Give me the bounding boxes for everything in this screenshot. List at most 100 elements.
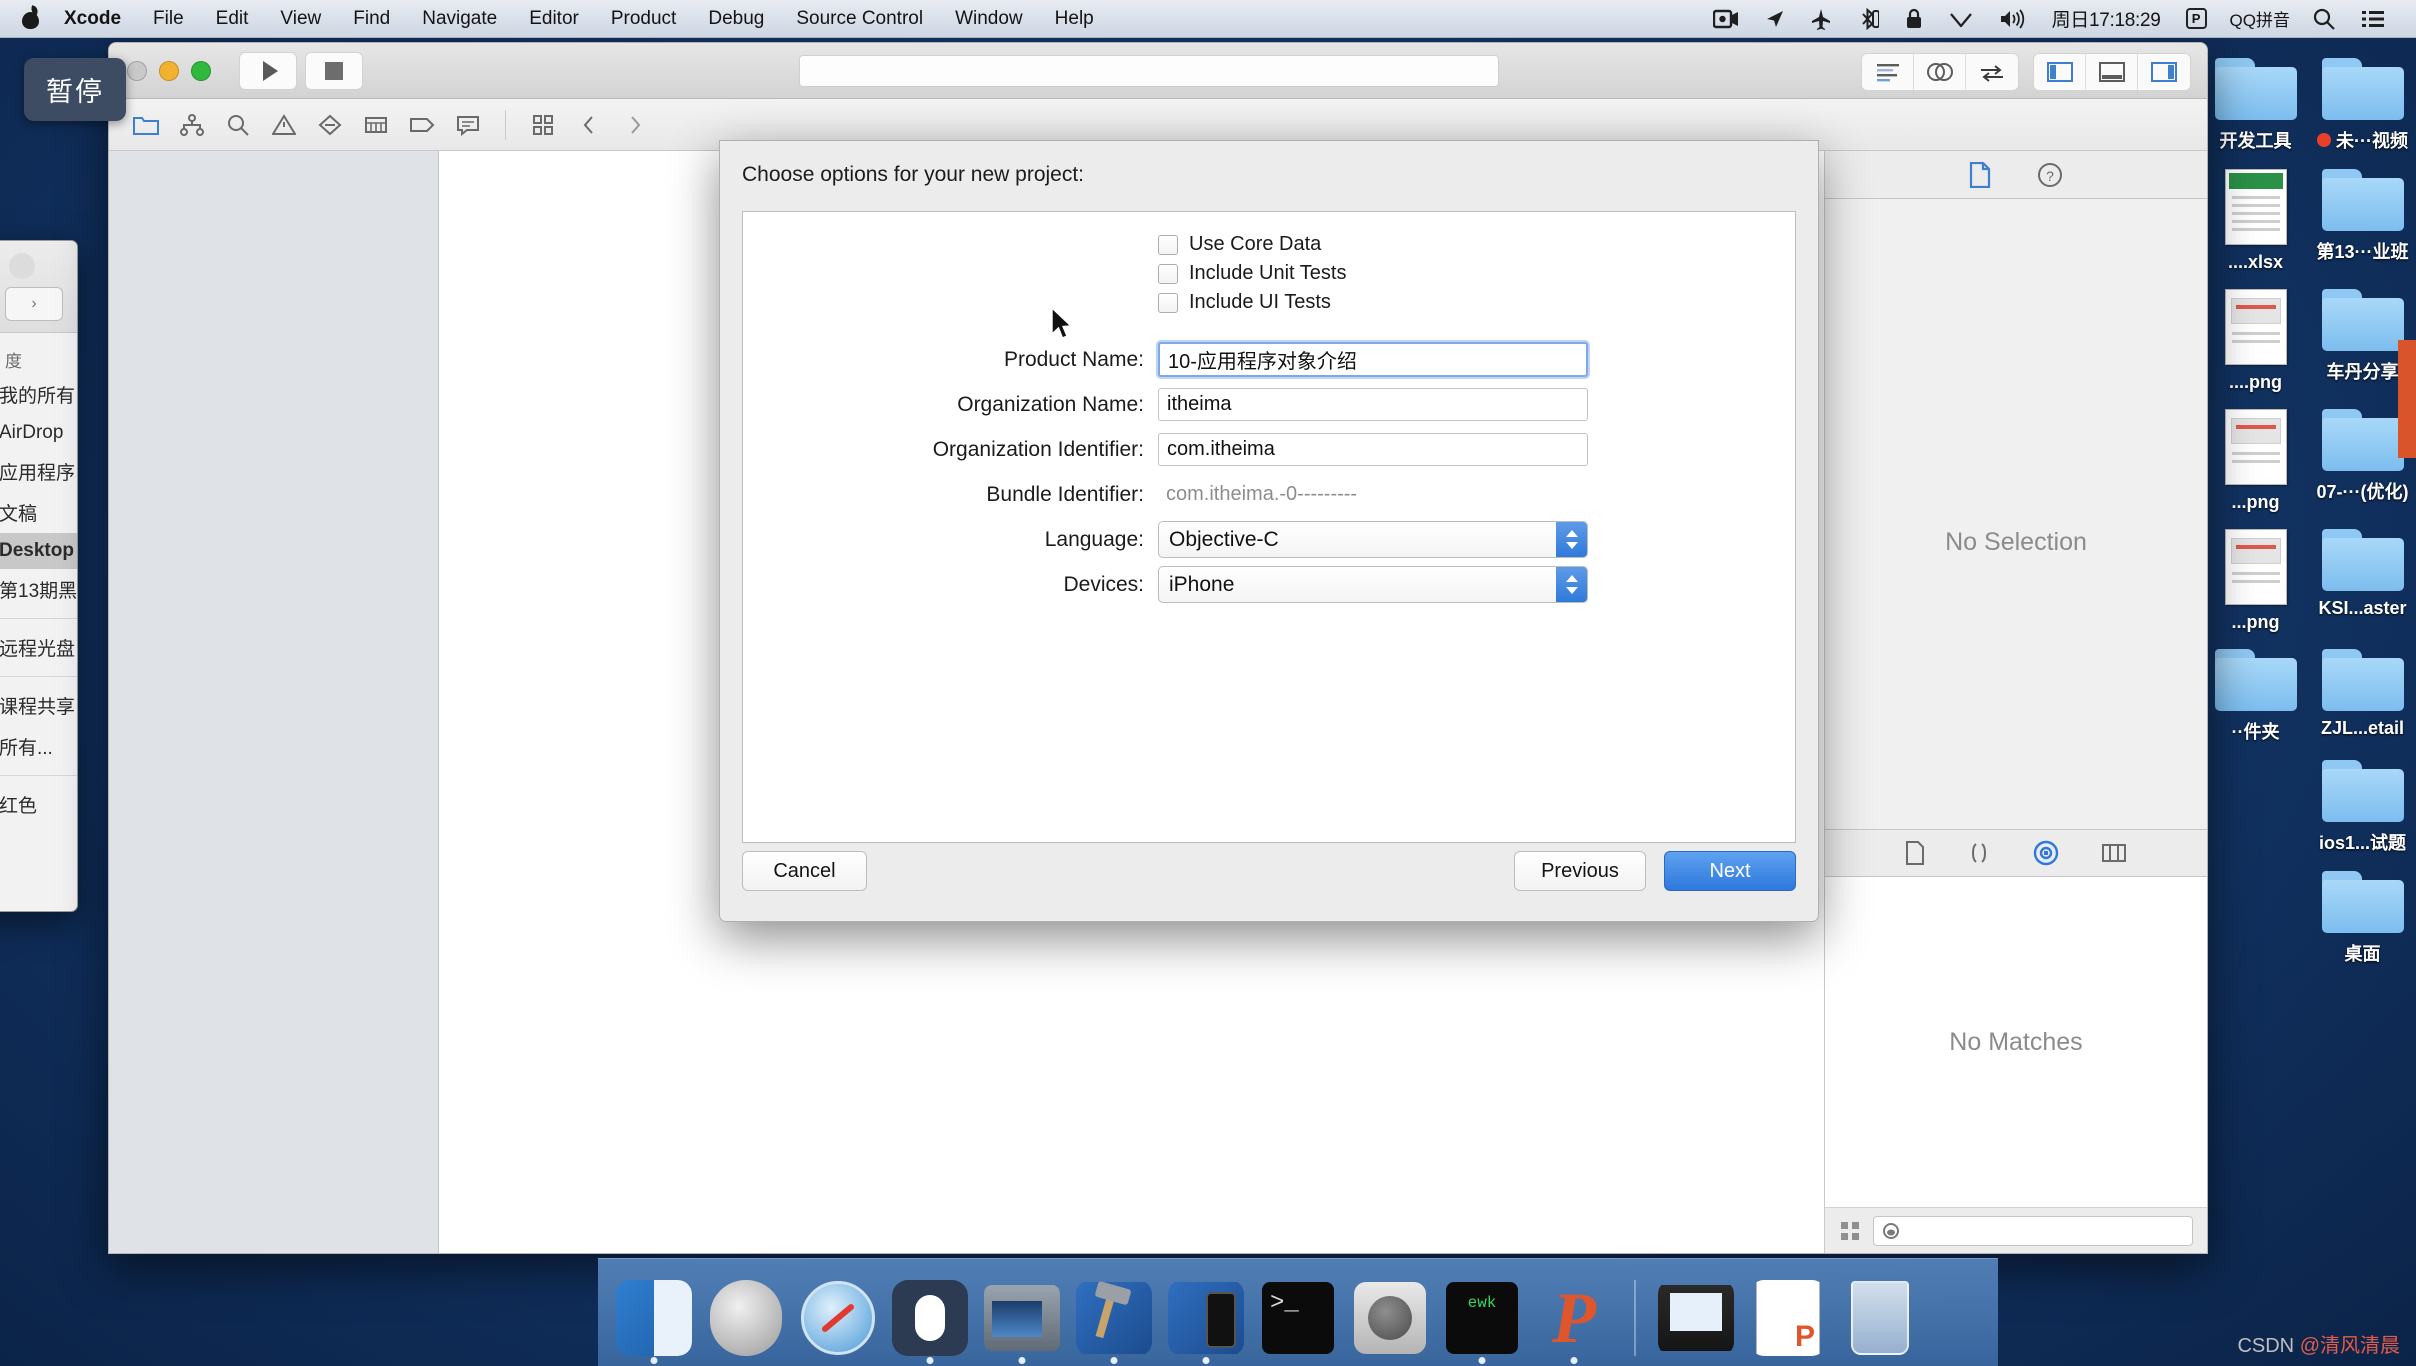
cancel-button[interactable]: Cancel: [742, 851, 867, 891]
previous-button[interactable]: Previous: [1514, 851, 1646, 891]
menubar-item-editor[interactable]: Editor: [513, 0, 595, 38]
dock-item-system-preferences[interactable]: [1348, 1272, 1432, 1356]
next-button[interactable]: Next: [1664, 851, 1796, 891]
dock-item-finder[interactable]: [612, 1272, 696, 1364]
library-search-input[interactable]: [1873, 1215, 2193, 1246]
file-template-library-icon[interactable]: [1905, 841, 1925, 865]
dock-minimized-window[interactable]: [1654, 1272, 1738, 1356]
grid-view-icon[interactable]: [1839, 1220, 1861, 1242]
menubar-item-help[interactable]: Help: [1039, 0, 1110, 38]
menubar-item-view[interactable]: View: [264, 0, 337, 38]
organizationidentifier-input[interactable]: com.itheima: [1158, 433, 1588, 466]
finder-sidebar-item[interactable]: 我的所有: [0, 374, 77, 415]
desktop-icon[interactable]: ....xlsx: [2202, 153, 2309, 273]
language-popup-button[interactable]: Objective-C: [1158, 521, 1588, 558]
desktop-icon[interactable]: ....png: [2202, 273, 2309, 393]
dock-item-editor[interactable]: ewk: [1440, 1272, 1524, 1364]
screen-record-icon[interactable]: [1700, 9, 1752, 29]
inspector-tab-bar[interactable]: ?: [1825, 151, 2207, 199]
sheet-button-bar[interactable]: Cancel Previous Next: [742, 851, 1796, 893]
dock-item-terminal[interactable]: >_: [1256, 1272, 1340, 1356]
desktop-icon[interactable]: ios1...试题: [2309, 744, 2416, 855]
breakpoint-navigator-icon[interactable]: [399, 105, 445, 145]
toggle-navigator-icon[interactable]: [2034, 54, 2086, 90]
desktop-icon[interactable]: KSI...aster: [2309, 513, 2416, 633]
desktop-icon[interactable]: ZJL...etail: [2309, 633, 2416, 744]
checkbox-include-unit-tests[interactable]: [1158, 263, 1178, 284]
menubar-status-items[interactable]: 周日17:18:29 P QQ拼音: [1700, 5, 2416, 32]
desktop-icon[interactable]: 第13···业班: [2309, 153, 2416, 273]
dock-minimized-window[interactable]: [1746, 1272, 1830, 1356]
toggle-debug-area-icon[interactable]: [2086, 54, 2138, 90]
notification-center-icon[interactable]: [2348, 9, 2398, 29]
desktop-icon[interactable]: [2202, 855, 2309, 966]
stop-square-icon[interactable]: [305, 51, 363, 90]
finder-sidebar-item[interactable]: 所有...: [0, 726, 77, 767]
checkbox-use-core-data[interactable]: [1158, 234, 1178, 255]
menubar-item-navigate[interactable]: Navigate: [406, 0, 513, 38]
checkbox-include-ui-tests[interactable]: [1158, 292, 1178, 313]
issue-warning-icon[interactable]: [261, 105, 307, 145]
forward-chevron-icon[interactable]: [612, 105, 658, 145]
chevron-up-down-icon[interactable]: [1556, 522, 1587, 557]
object-library-icon[interactable]: [2033, 840, 2059, 866]
quick-help-icon[interactable]: ?: [2037, 162, 2063, 188]
finder-window[interactable]: › 度 我的所有 AirDrop 应用程序 文稿 Desktop 第13期黑 远程光盘 课程共…: [0, 240, 78, 912]
file-inspector-icon[interactable]: [1969, 161, 1991, 188]
ime-label[interactable]: QQ拼音: [2220, 6, 2300, 31]
location-arrow-icon[interactable]: [1752, 9, 1798, 29]
new-project-options-sheet[interactable]: Choose options for your new project: Pro…: [719, 140, 1819, 922]
menubar-item-window[interactable]: Window: [939, 0, 1039, 38]
dock-item-xcode[interactable]: [1072, 1272, 1156, 1364]
lock-icon[interactable]: [1892, 8, 1936, 30]
devices-popup-button[interactable]: iPhone: [1158, 566, 1588, 603]
finder-sidebar-item[interactable]: 远程光盘: [0, 627, 77, 668]
airplane-mode-icon[interactable]: [1798, 8, 1844, 30]
folder-navigator-icon[interactable]: [123, 105, 169, 145]
project-options-checkboxes[interactable]: Use Core Data Include Unit Tests Include U…: [743, 230, 1795, 317]
menubar-item-file[interactable]: File: [137, 0, 200, 38]
standard-editor-icon[interactable]: [1862, 54, 1914, 90]
xcode-navigator-pane[interactable]: [109, 151, 439, 1253]
ime-key-icon[interactable]: P: [2173, 8, 2220, 29]
library-tab-bar[interactable]: [1825, 829, 2207, 877]
apple-logo-icon[interactable]: [20, 6, 42, 32]
code-snippet-library-icon[interactable]: [1967, 841, 1991, 865]
editor-mode-segment[interactable]: [1861, 53, 2019, 91]
volume-icon[interactable]: [1986, 8, 2040, 29]
run-stop-group[interactable]: [239, 51, 363, 90]
grid-icon[interactable]: [520, 105, 566, 145]
finder-sidebar-item[interactable]: Desktop: [0, 533, 77, 569]
run-play-icon[interactable]: [239, 51, 297, 90]
test-navigator-icon[interactable]: [307, 105, 353, 145]
project-options-form[interactable]: Product Name: 10-应用程序对象介绍 Organization Nam…: [743, 337, 1795, 607]
version-editor-icon[interactable]: [1966, 54, 2018, 90]
zoom-button[interactable]: [191, 60, 211, 81]
desktop-icon[interactable]: ...png: [2202, 393, 2309, 513]
macos-dock[interactable]: >_ ewk P: [598, 1258, 1998, 1366]
search-icon[interactable]: [2300, 8, 2348, 30]
desktop-icon[interactable]: 桌面: [2309, 855, 2416, 966]
back-chevron-icon[interactable]: [566, 105, 612, 145]
chevron-up-down-icon[interactable]: [1556, 567, 1587, 602]
assistant-editor-icon[interactable]: [1914, 54, 1966, 90]
minimize-button[interactable]: [159, 60, 179, 81]
finder-path-pill[interactable]: ›: [5, 287, 63, 321]
productname-input[interactable]: 10-应用程序对象介绍: [1158, 342, 1588, 377]
finder-sidebar-item[interactable]: 应用程序: [0, 451, 77, 492]
macos-menubar[interactable]: Xcode File Edit View Find Navigate Editor Produ…: [0, 0, 2416, 38]
close-button[interactable]: [127, 60, 147, 81]
source-control-icon[interactable]: [169, 105, 215, 145]
menubar-item-edit[interactable]: Edit: [200, 0, 265, 38]
finder-sidebar-item[interactable]: AirDrop: [0, 415, 77, 451]
desktop-icon[interactable]: ··件夹: [2202, 633, 2309, 744]
bluetooth-icon[interactable]: [1844, 7, 1892, 30]
menubar-item-xcode[interactable]: Xcode: [48, 0, 137, 38]
xcode-window[interactable]: ? No Selection No Matches Choose options…: [108, 42, 2208, 1254]
dock-item-safari[interactable]: [796, 1272, 880, 1356]
media-library-icon[interactable]: [2101, 842, 2127, 864]
library-search-bar[interactable]: [1825, 1207, 2207, 1253]
debug-navigator-icon[interactable]: [353, 105, 399, 145]
menubar-items[interactable]: Xcode File Edit View Find Navigate Editor Produ…: [0, 0, 1110, 38]
dock-item-p-app[interactable]: P: [1532, 1272, 1616, 1364]
